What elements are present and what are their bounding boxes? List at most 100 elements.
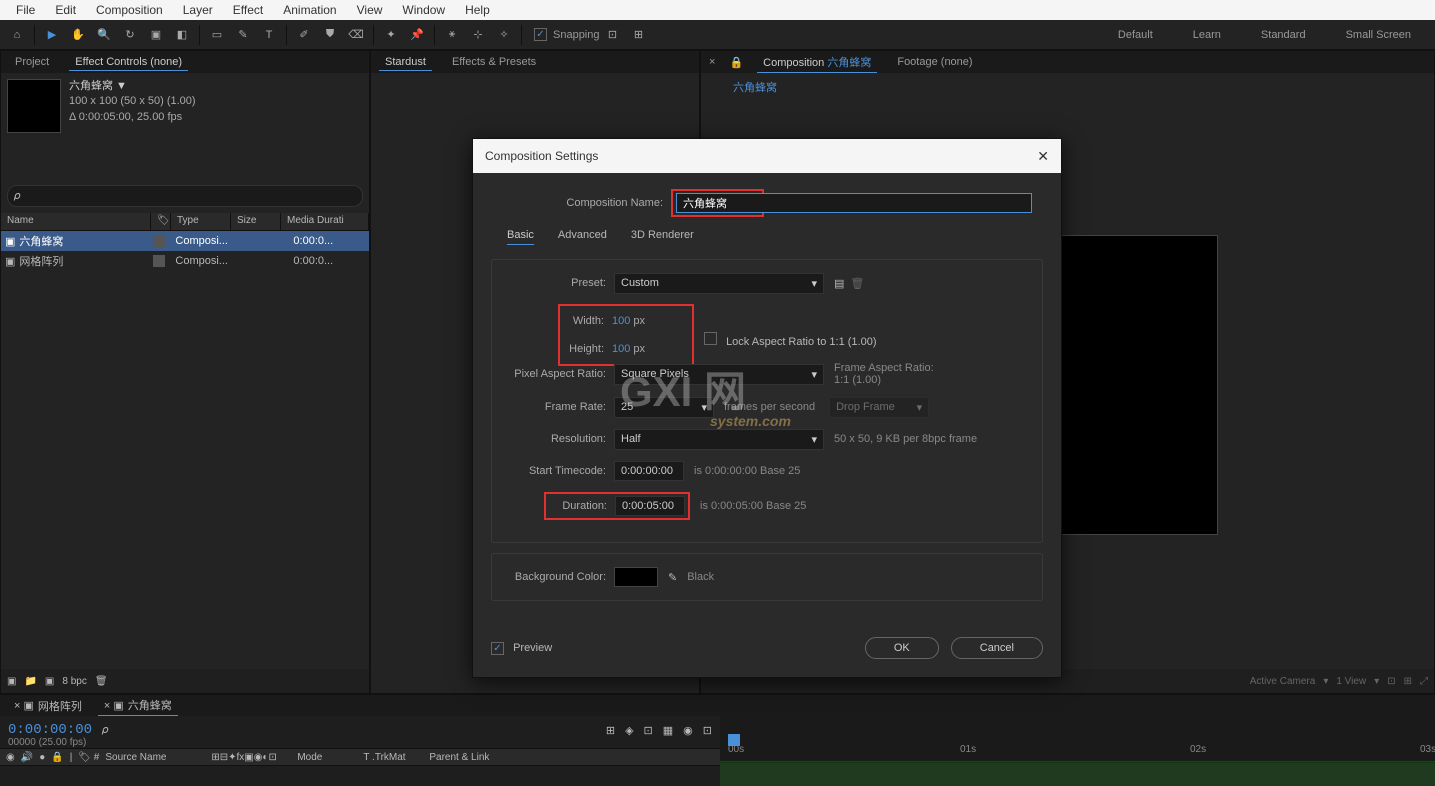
tab-basic[interactable]: Basic — [507, 229, 534, 245]
menu-help[interactable]: Help — [455, 3, 500, 17]
camera-tool-icon[interactable]: ▣ — [145, 24, 167, 46]
viewer-option-icon[interactable]: ⊞ — [1404, 676, 1412, 687]
selection-tool-icon[interactable]: ▶ — [41, 24, 63, 46]
snap-option-icon[interactable]: ⊡ — [602, 24, 624, 46]
height-value[interactable]: 100 — [612, 343, 630, 355]
timeline-icon[interactable]: ⊡ — [703, 724, 712, 737]
tab-3d-renderer[interactable]: 3D Renderer — [631, 229, 694, 245]
solo-column-icon[interactable]: ● — [39, 752, 45, 763]
col-parent[interactable]: Parent & Link — [429, 752, 489, 763]
comp-name-input[interactable] — [676, 193, 762, 213]
snapping-checkbox[interactable] — [534, 28, 547, 41]
col-size[interactable]: Size — [231, 213, 281, 230]
puppet-tool-icon[interactable]: 📌 — [406, 24, 428, 46]
col-type[interactable]: Type — [171, 213, 231, 230]
new-comp-icon[interactable]: ▣ — [45, 676, 54, 687]
menu-animation[interactable]: Animation — [273, 3, 346, 17]
col-source-name[interactable]: Source Name — [105, 752, 205, 763]
stamp-tool-icon[interactable]: ⛊ — [319, 24, 341, 46]
comp-breadcrumb[interactable]: 六角蜂窝 — [733, 82, 777, 94]
eye-column-icon[interactable]: ◉ — [6, 752, 15, 763]
par-dropdown[interactable]: Square Pixels▾ — [614, 364, 824, 385]
tab-footage[interactable]: Footage (none) — [891, 54, 978, 70]
orbit-tool-icon[interactable]: ↻ — [119, 24, 141, 46]
snap-option2-icon[interactable]: ⊞ — [628, 24, 650, 46]
resolution-dropdown[interactable]: Half▾ — [614, 429, 824, 450]
menu-composition[interactable]: Composition — [86, 3, 173, 17]
eraser-tool-icon[interactable]: ⌫ — [345, 24, 367, 46]
cancel-button[interactable]: Cancel — [951, 637, 1043, 659]
ok-button[interactable]: OK — [865, 637, 939, 659]
bpc-label[interactable]: 8 bpc — [62, 676, 86, 687]
bgcolor-swatch[interactable] — [614, 567, 658, 587]
tab-stardust[interactable]: Stardust — [379, 54, 432, 71]
audio-column-icon[interactable]: 🔊 — [21, 752, 33, 763]
timeline-icon[interactable]: ◉ — [683, 724, 693, 737]
pan-behind-icon[interactable]: ◧ — [171, 24, 193, 46]
col-media-duration[interactable]: Media Durati — [281, 213, 369, 230]
world-axis-icon[interactable]: ⊹ — [467, 24, 489, 46]
timeline-icon[interactable]: ⊞ — [606, 724, 615, 737]
home-icon[interactable]: ⌂ — [6, 24, 28, 46]
menu-file[interactable]: File — [6, 3, 45, 17]
menu-layer[interactable]: Layer — [173, 3, 223, 17]
comp-icon: ▣ — [5, 235, 15, 248]
lock-column-icon[interactable]: 🔒 — [51, 752, 63, 763]
local-axis-icon[interactable]: ⚹ — [441, 24, 463, 46]
viewer-option-icon[interactable]: ⤢ — [1420, 676, 1428, 687]
workspace-small-screen[interactable]: Small Screen — [1346, 29, 1411, 41]
tab-project[interactable]: Project — [9, 54, 55, 70]
close-icon[interactable]: × — [709, 56, 715, 68]
pen-tool-icon[interactable]: ✎ — [232, 24, 254, 46]
view-count-dropdown[interactable]: 1 View — [1336, 676, 1366, 687]
brush-tool-icon[interactable]: ✐ — [293, 24, 315, 46]
timeline-icon[interactable]: ◈ — [625, 724, 633, 737]
workspace-standard[interactable]: Standard — [1261, 29, 1306, 41]
close-icon[interactable]: ✕ — [1037, 148, 1049, 165]
view-axis-icon[interactable]: ✧ — [493, 24, 515, 46]
col-mode[interactable]: Mode — [297, 752, 357, 763]
lock-aspect-checkbox[interactable] — [704, 332, 717, 345]
menu-view[interactable]: View — [347, 3, 393, 17]
workspace-default[interactable]: Default — [1118, 29, 1153, 41]
col-trkmat[interactable]: T .TrkMat — [363, 752, 423, 763]
workspace-learn[interactable]: Learn — [1193, 29, 1221, 41]
hand-tool-icon[interactable]: ✋ — [67, 24, 89, 46]
timeline-icon[interactable]: ⊡ — [644, 724, 653, 737]
timeline-search-icon[interactable]: 𝜌 — [102, 724, 108, 737]
project-search-input[interactable]: 𝜌 — [7, 185, 363, 207]
roto-tool-icon[interactable]: ✦ — [380, 24, 402, 46]
menu-effect[interactable]: Effect — [223, 3, 273, 17]
tab-effects-presets[interactable]: Effects & Presets — [446, 54, 542, 70]
tab-composition[interactable]: Composition 六角蜂窝 — [757, 52, 877, 73]
eyedropper-icon[interactable]: ✎ — [668, 571, 677, 584]
framerate-dropdown[interactable]: 25▾ — [614, 397, 714, 418]
lock-icon[interactable]: 🔒 — [729, 56, 743, 69]
text-tool-icon[interactable]: T — [258, 24, 280, 46]
zoom-tool-icon[interactable]: 🔍 — [93, 24, 115, 46]
menu-edit[interactable]: Edit — [45, 3, 86, 17]
width-value[interactable]: 100 — [612, 315, 630, 327]
rectangle-tool-icon[interactable]: ▭ — [206, 24, 228, 46]
project-row[interactable]: ▣ 网格阵列 Composi... 0:00:0... — [1, 251, 369, 271]
save-preset-icon[interactable]: ▤ — [834, 277, 844, 290]
comp-name-input-ext[interactable] — [762, 193, 1032, 213]
timeline-icon[interactable]: ▦ — [663, 724, 673, 737]
preview-checkbox[interactable] — [491, 642, 504, 655]
timeline-tab[interactable]: × ▣ 网格阵列 — [8, 696, 88, 716]
tab-advanced[interactable]: Advanced — [558, 229, 607, 245]
interpret-icon[interactable]: ▣ — [7, 676, 16, 687]
timeline-tab[interactable]: × ▣ 六角蜂窝 — [98, 695, 178, 716]
preset-dropdown[interactable]: Custom▾ — [614, 273, 824, 294]
trash-icon[interactable]: 🗑 — [95, 676, 108, 687]
timeline-track-area[interactable] — [720, 762, 1435, 786]
col-name[interactable]: Name — [1, 213, 151, 230]
tab-effect-controls[interactable]: Effect Controls (none) — [69, 54, 188, 71]
project-row[interactable]: ▣ 六角蜂窝 Composi... 0:00:0... — [1, 231, 369, 251]
duration-input[interactable] — [615, 496, 685, 516]
menu-window[interactable]: Window — [392, 3, 455, 17]
new-folder-icon[interactable]: 📁 — [24, 676, 36, 687]
active-camera-dropdown[interactable]: Active Camera — [1250, 676, 1316, 687]
start-timecode-input[interactable] — [614, 461, 684, 481]
viewer-option-icon[interactable]: ⊡ — [1387, 676, 1395, 687]
